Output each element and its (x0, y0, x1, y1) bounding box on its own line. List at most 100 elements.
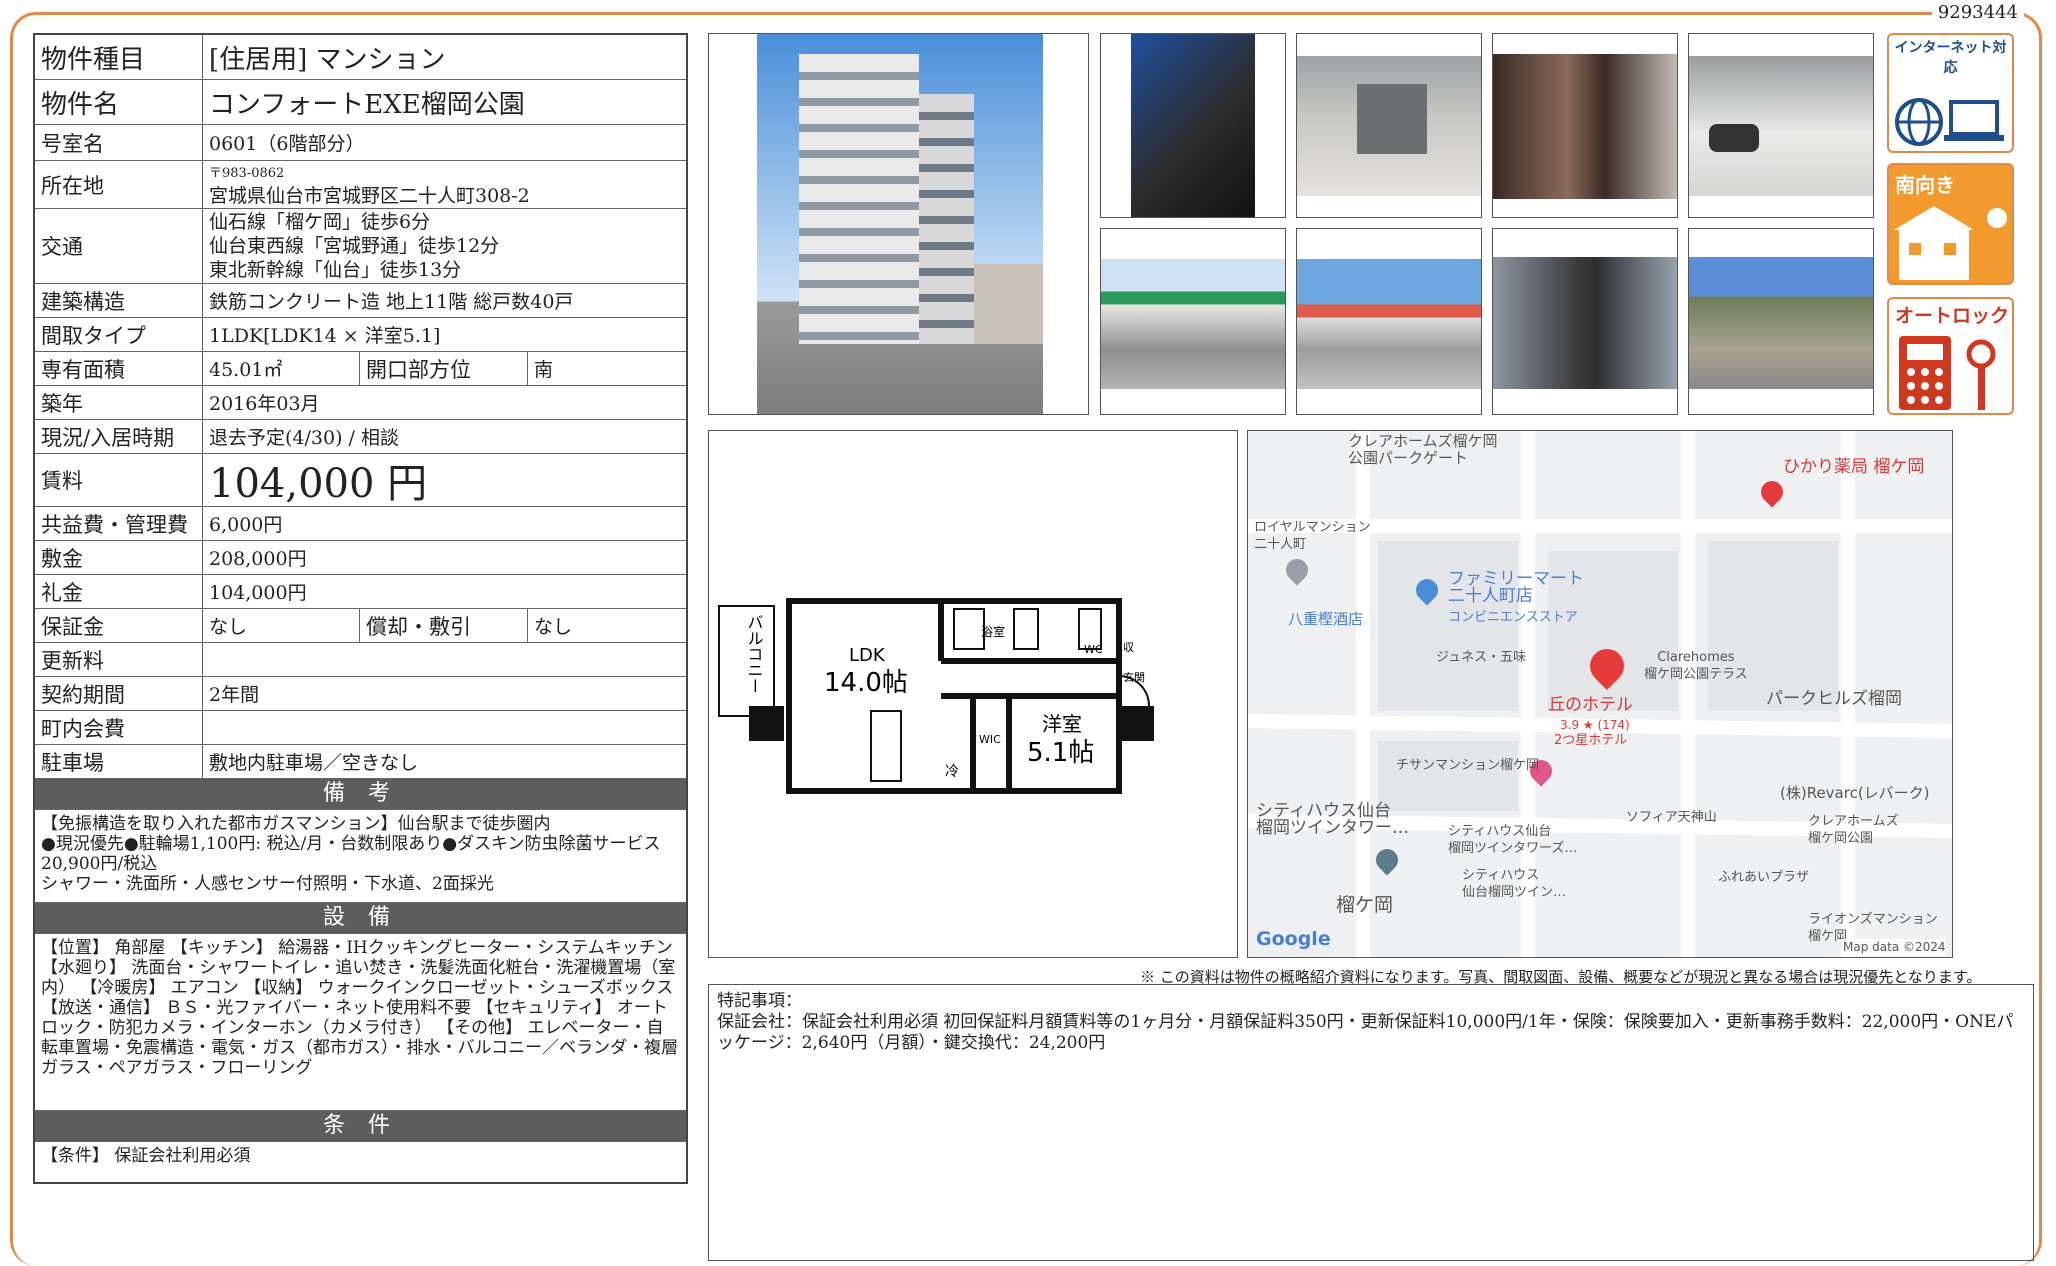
keypad-key-icon (1899, 336, 1996, 410)
access-label: 交通 (35, 209, 203, 283)
map-label: ファミリーマート 二十人町店 (1448, 569, 1584, 606)
shoe-storage-label: 収 (1123, 641, 1134, 654)
built-label: 築年 (35, 386, 203, 419)
conditions-text: 【条件】 保証会社利用必須 (41, 1146, 251, 1166)
built-value: 2016年03月 (209, 393, 320, 415)
rent-label: 賃料 (35, 454, 203, 506)
contract-value: 2年間 (209, 684, 260, 706)
name-value: コンフォートEXE榴岡公園 (209, 89, 525, 120)
floor-plan: バルコニー LDK 14.0帖 洋室 5.1帖 浴室 WC WIC 冷 玄関 収 (708, 430, 1238, 958)
map-label: シティハウス仙台 榴岡ツインタワーズ… (1448, 824, 1578, 856)
globe-laptop-icon (1895, 98, 2004, 146)
structure-label: 建築構造 (35, 284, 203, 317)
contract-label: 契約期間 (35, 677, 203, 710)
room-value: 0601（6階部分） (209, 133, 365, 155)
entrance-night-photo (1100, 33, 1286, 218)
google-logo: Google (1256, 928, 1331, 950)
map-label: パークヒルズ榴岡 (1766, 689, 1902, 709)
access-line: 東北新幹線「仙台」徒歩13分 (209, 259, 462, 281)
key-money-label: 礼金 (35, 575, 203, 608)
balcony-label: バルコニー (745, 614, 764, 694)
wc-label: WC (1084, 643, 1103, 656)
wic-label: WIC (979, 733, 1001, 746)
deposit-label: 敷金 (35, 541, 203, 574)
access-line: 仙台東西線「宮城野通」徒歩12分 (209, 235, 500, 257)
internet-badge: インターネット対応 (1887, 33, 2014, 153)
south-facing-label: 南向き (1895, 173, 1955, 197)
status-label: 現況/入居時期 (35, 420, 203, 453)
area-value: 45.01㎡ (203, 352, 360, 385)
property-table: 物件種目 [住居用] マンション 物件名 コンフォートEXE榴岡公園 号室名 0601… (33, 33, 688, 1184)
map-label: チサンマンション榴ケ岡 (1396, 758, 1540, 773)
deposit-value: 208,000円 (209, 548, 307, 570)
internet-badge-label: インターネット対応 (1894, 40, 2007, 76)
map-label: (株)Revarc(レバーク) (1780, 784, 1930, 802)
fee-label: 共益費・管理費 (35, 507, 203, 540)
western-room-label: 洋室 (1042, 712, 1082, 736)
park-photo (1688, 228, 1874, 415)
structure-value: 鉄筋コンクリート造 地上11階 総戸数40戸 (209, 291, 574, 313)
street-photo (1492, 228, 1678, 415)
map-label: 2つ星ホテル (1554, 733, 1628, 748)
renewal-label: 更新料 (35, 643, 203, 676)
convenience-store-photo (1100, 228, 1286, 415)
floor-plan-drawing: バルコニー LDK 14.0帖 洋室 5.1帖 浴室 WC WIC 冷 玄関 収 (718, 598, 1154, 794)
parking-value: 敷地内駐車場／空きなし (209, 752, 419, 774)
special-notes-body: 保証会社：保証会社利用必須 初回保証料月額賃料等の1ヶ月分・月額保証料350円・… (717, 1012, 2014, 1053)
access-line: 仙石線「榴ケ岡」徒歩6分 (209, 211, 431, 233)
type-value: [住居用] マンション (209, 44, 446, 75)
map-label: ひかり薬局 榴ケ岡 (1783, 457, 1925, 477)
document-id: 9293444 (1931, 2, 2024, 23)
address-value: 宮城県仙台市宮城野区二十人町308-2 (209, 184, 530, 207)
layout-value: 1LDK[LDK14 × 洋室5.1] (209, 325, 441, 347)
equipment-text: 【位置】 角部屋 【キッチン】 給湯器・IHクッキングヒーター・システムキッチン… (35, 934, 686, 1111)
layout-label: 間取タイプ (35, 318, 203, 351)
map-label: 榴ケ岡 (1336, 894, 1394, 916)
guarantee-label: 保証金 (35, 609, 203, 642)
renewal-value (203, 643, 686, 676)
amortization-value: なし (534, 616, 573, 638)
equipment-header: 設 備 (35, 903, 686, 934)
area-label: 専有面積 (35, 352, 203, 385)
autolock-badge: オートロック (1887, 297, 2014, 415)
amortization-label: 償却・敷引 (360, 609, 528, 642)
guarantee-value: なし (203, 609, 360, 642)
map-label: ふれあいプラザ (1718, 870, 1810, 885)
autolock-label: オートロック (1895, 305, 2010, 327)
map-label: コンビニエンスストア (1448, 610, 1578, 625)
south-facing-badge: 南向き (1887, 163, 2014, 285)
direction-value: 南 (534, 359, 554, 381)
type-label: 物件種目 (35, 35, 203, 79)
rent-value: 104,000 円 (209, 461, 428, 507)
fridge-label: 冷 (945, 764, 959, 780)
special-notes-box: 特記事項： 保証会社：保証会社利用必須 初回保証料月額賃料等の1ヶ月分・月額保証… (708, 984, 2034, 1261)
town-fee-label: 町内会費 (35, 711, 203, 744)
fee-value: 6,000円 (209, 514, 283, 536)
map-label: ロイヤルマンション 二十人町 (1254, 520, 1371, 552)
parking-garage-photo (1688, 33, 1874, 218)
special-notes-title: 特記事項： (717, 991, 802, 1011)
map-label: ジュネス・五味 (1436, 650, 1527, 665)
town-fee-value (203, 711, 686, 744)
status-value: 退去予定(4/30) / 相談 (209, 427, 399, 449)
house-sun-icon (1894, 206, 2007, 280)
map-label: シティハウス 仙台榴岡ツイン… (1462, 868, 1567, 900)
building-exterior-photo (708, 33, 1089, 415)
remarks-text: 【免振構造を取り入れた都市ガスマンション】仙台駅まで徒歩圏内 ●現況優先●駐輪場… (35, 810, 686, 903)
entrance-hall-photo (1296, 33, 1482, 218)
map-attribution: Map data ©2024 (1843, 939, 1946, 956)
map-label: 八重樫酒店 (1288, 610, 1364, 628)
western-room-size: 5.1帖 (1027, 738, 1094, 768)
map-label: 丘のホテル (1548, 695, 1633, 715)
room-label: 号室名 (35, 125, 203, 160)
ldk-label: LDK (849, 645, 886, 666)
conditions-header: 条 件 (35, 1111, 686, 1142)
map-label: Clarehomes 榴ケ岡公園テラス (1644, 650, 1748, 682)
map-label: シティハウス仙台 榴岡ツインタワー… (1256, 801, 1409, 838)
remarks-header: 備 考 (35, 779, 686, 810)
drugstore-photo (1296, 228, 1482, 415)
lobby-photo (1492, 33, 1678, 218)
address-label: 所在地 (35, 161, 203, 208)
parking-label: 駐車場 (35, 745, 203, 778)
key-money-value: 104,000円 (209, 582, 307, 604)
